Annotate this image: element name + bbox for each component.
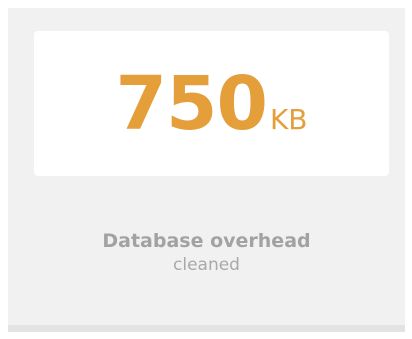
stat-value-box: 750 KB <box>34 31 389 176</box>
stat-unit: KB <box>269 102 308 136</box>
stat-subtitle: cleaned <box>173 255 240 275</box>
stat-title: Database overhead <box>102 230 311 252</box>
stat-value: 750 <box>115 60 267 147</box>
stat-card: 750 KB Database overhead cleaned <box>8 8 405 332</box>
stat-value-row: 750 KB <box>115 67 307 141</box>
stat-caption: Database overhead cleaned <box>8 229 405 277</box>
